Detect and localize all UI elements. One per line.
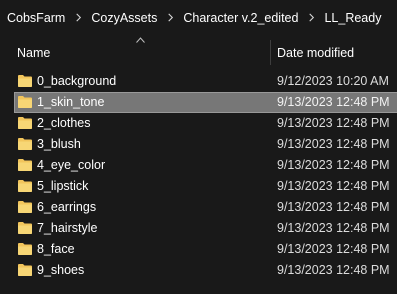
file-name: 6_earrings (37, 200, 97, 214)
file-explorer-window: CobsFarm CozyAssets Character v.2_edited… (0, 0, 397, 294)
folder-icon (18, 264, 32, 276)
folder-icon (18, 138, 32, 150)
file-name: 8_face (37, 242, 75, 256)
file-row[interactable]: 7_hairstyle 9/13/2023 12:48 PM (0, 218, 397, 239)
file-row[interactable]: 6_earrings 9/13/2023 12:48 PM (0, 197, 397, 218)
file-name: 4_eye_color (37, 158, 106, 172)
column-header-date-modified[interactable]: Date modified (277, 46, 354, 60)
file-name: 2_clothes (37, 116, 91, 130)
file-name: 7_hairstyle (37, 221, 98, 235)
date-modified: 9/13/2023 12:48 PM (277, 95, 390, 109)
file-row[interactable]: 4_eye_color 9/13/2023 12:48 PM (0, 155, 397, 176)
breadcrumb-item-cobsfarm[interactable]: CobsFarm (0, 5, 65, 31)
chevron-right-icon[interactable] (298, 5, 324, 31)
file-row[interactable]: 0_background 9/12/2023 10:20 AM (0, 71, 397, 92)
folder-icon (18, 75, 32, 87)
file-name: 9_shoes (37, 263, 85, 277)
file-row[interactable]: 3_blush 9/13/2023 12:48 PM (0, 134, 397, 155)
breadcrumb: CobsFarm CozyAssets Character v.2_edited… (0, 0, 397, 35)
folder-icon (18, 159, 32, 171)
file-name: 1_skin_tone (37, 95, 105, 109)
file-row[interactable]: 2_clothes 9/13/2023 12:48 PM (0, 113, 397, 134)
date-modified: 9/13/2023 12:48 PM (277, 200, 390, 214)
file-name: 0_background (37, 74, 117, 88)
file-list: 0_background 9/12/2023 10:20 AM 1_skin_t… (0, 71, 397, 281)
date-modified: 9/13/2023 12:48 PM (277, 116, 390, 130)
file-row[interactable]: 9_shoes 9/13/2023 12:48 PM (0, 260, 397, 281)
chevron-right-icon[interactable] (157, 5, 183, 31)
date-modified: 9/13/2023 12:48 PM (277, 179, 390, 193)
file-name: 3_blush (37, 137, 81, 151)
date-modified: 9/13/2023 12:48 PM (277, 263, 390, 277)
date-modified: 9/13/2023 12:48 PM (277, 137, 390, 151)
folder-icon (18, 180, 32, 192)
sort-ascending-icon (136, 37, 145, 43)
file-row[interactable]: 8_face 9/13/2023 12:48 PM (0, 239, 397, 260)
date-modified: 9/13/2023 12:48 PM (277, 242, 390, 256)
file-name: 5_lipstick (37, 179, 89, 193)
folder-icon (18, 222, 32, 234)
chevron-right-icon[interactable] (65, 5, 91, 31)
date-modified: 9/12/2023 10:20 AM (277, 74, 389, 88)
date-modified: 9/13/2023 12:48 PM (277, 158, 390, 172)
column-header-name[interactable]: Name (17, 46, 50, 60)
column-divider[interactable] (270, 40, 271, 65)
column-header: Name Date modified (0, 35, 397, 65)
date-modified: 9/13/2023 12:48 PM (277, 221, 390, 235)
folder-icon (18, 201, 32, 213)
folder-icon (18, 96, 32, 108)
file-row[interactable]: 1_skin_tone 9/13/2023 12:48 PM (0, 92, 397, 113)
folder-icon (18, 117, 32, 129)
breadcrumb-item-ll-ready[interactable]: LL_Ready (324, 5, 381, 31)
folder-icon (18, 243, 32, 255)
breadcrumb-item-character[interactable]: Character v.2_edited (183, 5, 298, 31)
file-row[interactable]: 5_lipstick 9/13/2023 12:48 PM (0, 176, 397, 197)
breadcrumb-item-cozyassets[interactable]: CozyAssets (91, 5, 157, 31)
